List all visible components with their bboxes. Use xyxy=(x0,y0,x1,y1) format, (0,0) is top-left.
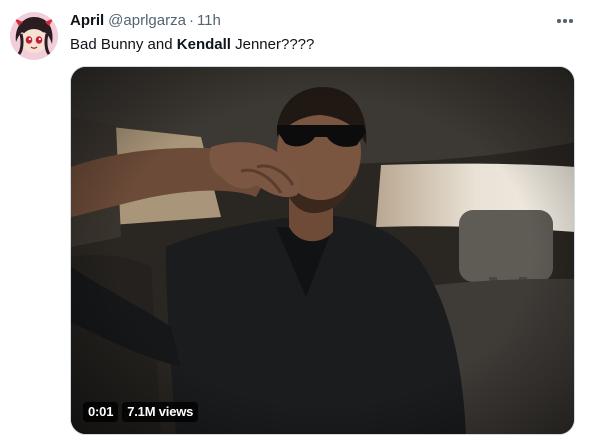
separator-dot: · xyxy=(188,12,194,29)
tweet-text: Bad Bunny and Kendall Jenner???? xyxy=(70,35,314,55)
avatar[interactable] xyxy=(10,12,58,60)
tweet-timestamp[interactable]: 11h xyxy=(197,12,221,29)
tweet-header: April @aprlgarza · 11h xyxy=(70,11,221,31)
tweet: April @aprlgarza · 11h Bad Bunny and Kendal… xyxy=(0,0,592,442)
video-frame xyxy=(71,67,574,434)
video-player[interactable]: 0:01 7.1M views xyxy=(70,66,575,435)
tweet-text-part: Bad Bunny and xyxy=(70,36,177,53)
author-name[interactable]: April xyxy=(70,12,104,29)
tweet-text-bold: Kendall xyxy=(176,36,231,53)
video-views: 7.1M views xyxy=(122,402,199,422)
tweet-text-part: Jenner???? xyxy=(230,36,315,53)
video-overlay: 0:01 7.1M views xyxy=(83,402,199,422)
author-handle[interactable]: @aprlgarza xyxy=(108,12,186,29)
more-options-icon[interactable] xyxy=(553,10,577,32)
video-duration: 0:01 xyxy=(83,402,119,422)
